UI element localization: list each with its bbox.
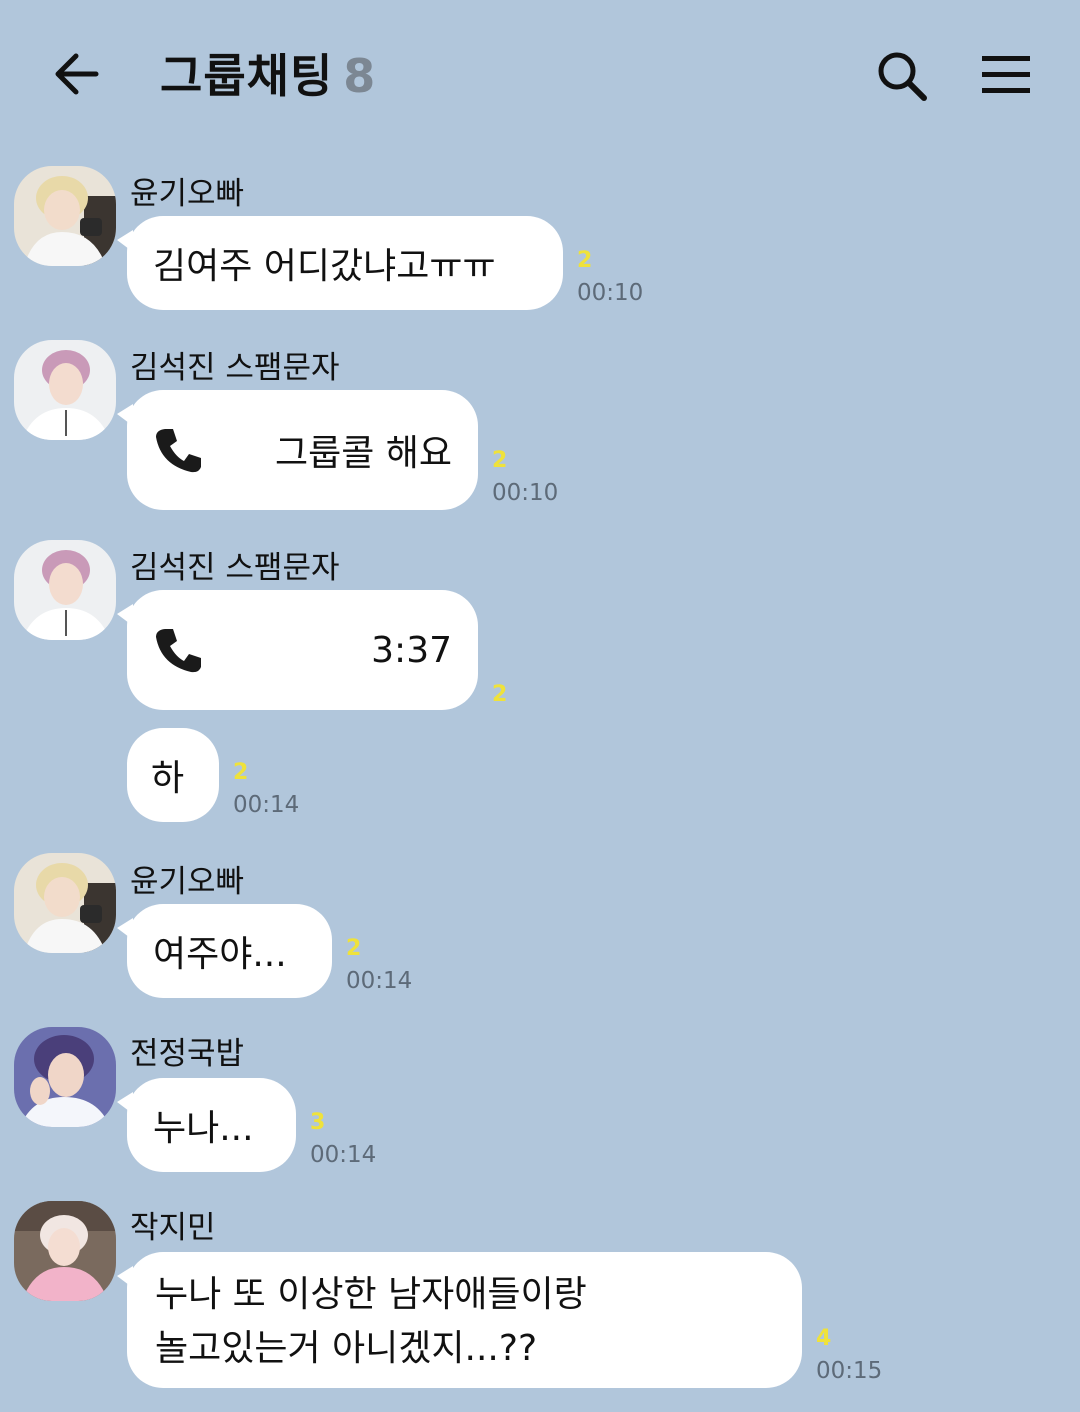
- back-arrow-icon[interactable]: [52, 48, 104, 100]
- avatar[interactable]: [14, 1027, 116, 1127]
- message-text-line: 누나 또 이상한 남자애들이랑: [155, 1274, 587, 1315]
- search-icon[interactable]: [872, 46, 932, 106]
- chat-title: 그룹채팅 8: [160, 40, 376, 106]
- unread-count: 2: [492, 682, 508, 707]
- message-time: 00:10: [577, 280, 644, 306]
- call-text: 그룹콜 해요: [274, 433, 452, 474]
- message-bubble[interactable]: 여주야...: [117, 904, 332, 998]
- unread-count: 3: [310, 1110, 326, 1135]
- unread-count: 2: [346, 936, 362, 961]
- call-duration: 3:37: [371, 629, 452, 671]
- call-message-bubble[interactable]: 그룹콜 해요: [117, 390, 478, 510]
- phone-icon: [156, 629, 201, 673]
- unread-count: 2: [233, 760, 249, 785]
- message-time: 00:15: [816, 1358, 883, 1384]
- unread-count: 2: [492, 448, 508, 473]
- message-text: 김여주 어디갔냐고ㅠㅠ: [153, 246, 496, 287]
- sender-name: 김석진 스팸문자: [130, 550, 340, 586]
- message-bubble[interactable]: 누나...: [117, 1078, 296, 1172]
- avatar[interactable]: [14, 340, 116, 440]
- chat-title-text: 그룹채팅: [160, 49, 334, 103]
- phone-icon: [156, 429, 201, 473]
- message-time: 00:10: [492, 480, 559, 506]
- message-text: 누나...: [153, 1108, 254, 1149]
- message-text: 여주야...: [153, 934, 287, 975]
- avatar[interactable]: [14, 1201, 116, 1301]
- sender-name: 전정국밥: [130, 1036, 245, 1072]
- member-count: 8: [343, 49, 377, 103]
- avatar[interactable]: [14, 853, 116, 953]
- message-bubble[interactable]: 김여주 어디갔냐고ㅠㅠ: [117, 216, 563, 310]
- sender-name: 윤기오빠: [130, 176, 245, 212]
- avatar[interactable]: [14, 540, 116, 640]
- message-time: 00:14: [346, 968, 413, 994]
- unread-count: 2: [577, 248, 593, 273]
- message-time: 00:14: [310, 1142, 377, 1168]
- menu-icon[interactable]: [980, 50, 1034, 98]
- message-bubble[interactable]: 누나 또 이상한 남자애들이랑 놀고있는거 아니겠지...??: [117, 1252, 802, 1388]
- message-text-line: 놀고있는거 아니겠지...??: [155, 1328, 538, 1369]
- message-time: 00:14: [233, 792, 300, 818]
- unread-count: 4: [816, 1326, 832, 1351]
- sender-name: 작지민: [130, 1210, 216, 1246]
- message-text: 하: [151, 758, 185, 799]
- avatar[interactable]: [14, 166, 116, 266]
- sender-name: 김석진 스팸문자: [130, 350, 340, 386]
- call-message-bubble[interactable]: 3:37: [117, 590, 478, 710]
- sender-name: 윤기오빠: [130, 864, 245, 900]
- message-bubble[interactable]: 하: [127, 728, 219, 822]
- chat-header: 그룹채팅 8: [0, 0, 1080, 140]
